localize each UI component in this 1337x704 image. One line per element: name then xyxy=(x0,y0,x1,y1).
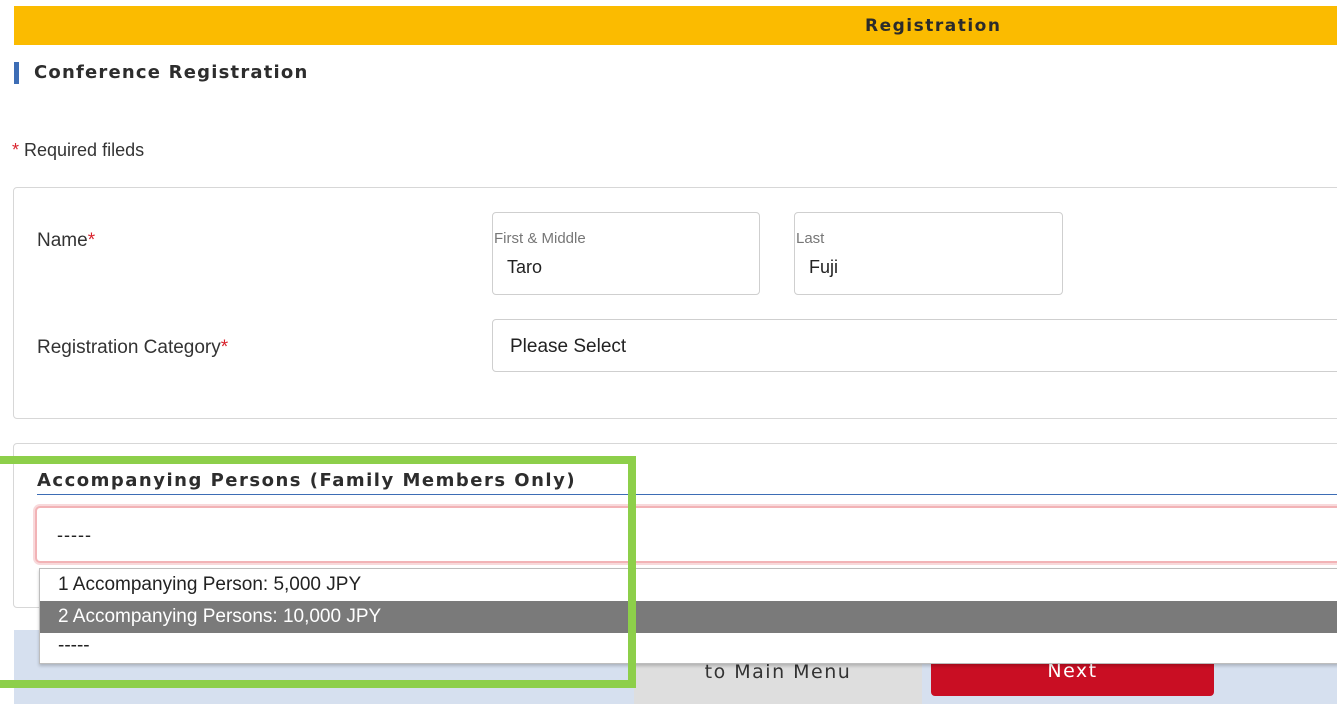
dropdown-option-2-persons[interactable]: 2 Accompanying Persons: 10,000 JPY xyxy=(40,601,1337,633)
last-name-field[interactable]: Last Fuji xyxy=(794,212,1063,295)
page-title: Registration xyxy=(865,16,1002,36)
section-marker xyxy=(14,62,19,84)
required-fields-note: * Required fileds xyxy=(12,140,144,161)
dropdown-option-none[interactable]: ----- xyxy=(40,633,1337,665)
first-name-value: Taro xyxy=(507,257,543,277)
required-star: * xyxy=(12,140,20,160)
section-title: Conference Registration xyxy=(34,62,309,83)
accompanying-persons-select[interactable]: ----- xyxy=(35,506,1337,563)
main-menu-button[interactable]: to Main Menu xyxy=(634,660,922,704)
last-name-sublabel: Last xyxy=(796,230,825,247)
registration-category-label: Registration Category* xyxy=(37,337,228,359)
accompanying-persons-dropdown: 1 Accompanying Person: 5,000 JPY 2 Accom… xyxy=(39,568,1337,664)
accompanying-persons-value: ----- xyxy=(57,525,92,545)
name-required-star: * xyxy=(87,230,96,251)
name-label-text: Name xyxy=(37,230,88,251)
registration-category-label-text: Registration Category xyxy=(37,337,221,358)
registration-category-value: Please Select xyxy=(510,336,627,357)
first-name-sublabel: First & Middle xyxy=(494,230,586,247)
dropdown-option-1-person[interactable]: 1 Accompanying Person: 5,000 JPY xyxy=(40,569,1337,601)
category-required-star: * xyxy=(220,337,229,358)
name-label: Name* xyxy=(37,230,95,252)
required-note-text: Required fileds xyxy=(19,140,145,160)
first-name-field[interactable]: First & Middle Taro xyxy=(492,212,760,295)
accompanying-title-rule xyxy=(37,494,1337,495)
header-bar: Registration xyxy=(14,6,1337,45)
last-name-value: Fuji xyxy=(809,257,839,277)
accompanying-persons-title: Accompanying Persons (Family Members Onl… xyxy=(37,470,577,491)
registration-category-select[interactable]: Please Select xyxy=(492,319,1337,372)
